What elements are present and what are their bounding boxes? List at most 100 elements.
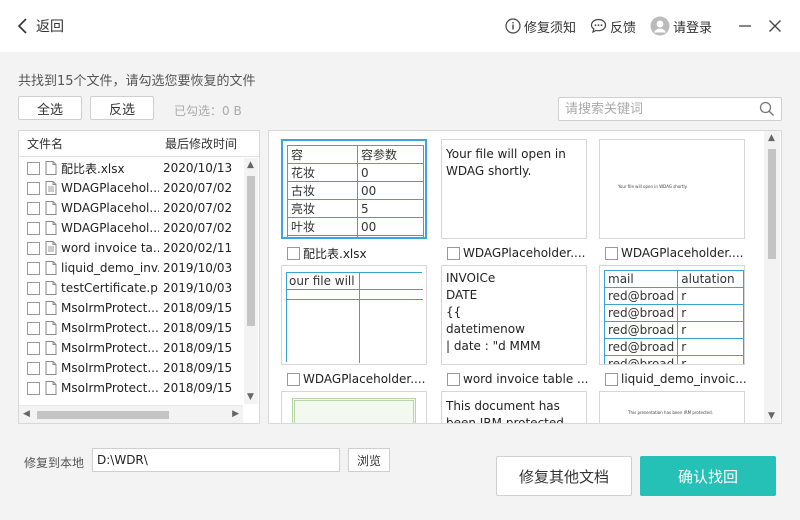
sheet-cell: alutation xyxy=(677,270,744,288)
preview-label[interactable]: 配比表.xlsx xyxy=(287,245,437,261)
preview-card[interactable]: 容容参数花妆0古妆00亮妆5叶妆00罐妆0 xyxy=(281,139,427,239)
preview-card[interactable]: This presentation has been IRM protected… xyxy=(599,391,745,423)
scrollbar-thumb[interactable] xyxy=(768,149,776,259)
file-icon xyxy=(45,281,57,295)
file-icon xyxy=(45,221,57,235)
repair-notice-label: 修复须知 xyxy=(523,20,576,36)
file-row[interactable]: 配比表.xlsx 2020/10/13 xyxy=(19,158,243,178)
checkbox[interactable] xyxy=(27,361,40,375)
scroll-down-arrow[interactable]: ▼ xyxy=(768,411,775,421)
checkbox[interactable] xyxy=(447,372,460,386)
preview-label[interactable]: liquid_demo_invoic... xyxy=(605,371,751,387)
sheet-cell: 古妆 xyxy=(287,181,358,200)
restore-location-label: 修复到本地 xyxy=(24,456,85,470)
file-row[interactable]: word invoice ta... 2020/02/11 xyxy=(19,238,243,258)
file-row[interactable]: MsoIrmProtect... 2018/09/15 xyxy=(19,298,243,318)
file-row[interactable]: WDAGPlacehol... 2020/07/02 xyxy=(19,198,243,218)
preview-text: Your file will open in WDAG shortly. xyxy=(618,184,688,189)
preview-text: This presentation has been IRM protected… xyxy=(628,410,713,415)
checkbox[interactable] xyxy=(447,246,460,260)
sheet-cell: r xyxy=(677,338,744,356)
file-row[interactable]: liquid_demo_inv... 2019/10/03 xyxy=(19,258,243,278)
preview-label[interactable]: WDAGPlaceholder.... xyxy=(447,245,597,261)
preview-card[interactable]: This document has been IRM protected xyxy=(441,391,587,423)
back-button[interactable]: 返回 xyxy=(16,14,64,38)
file-icon xyxy=(45,321,57,335)
preview-card[interactable] xyxy=(281,391,427,423)
preview-card[interactable]: our file will xyxy=(281,265,427,365)
file-row[interactable]: MsoIrmProtect... 2018/09/15 xyxy=(19,338,243,358)
preview-card[interactable]: Your file will open in WDAG shortly. xyxy=(441,139,587,239)
close-button[interactable] xyxy=(764,15,786,37)
result-summary: 共找到15个文件，请勾选您要恢复的文件 xyxy=(18,74,256,89)
scrollbar-thumb[interactable] xyxy=(37,411,169,419)
checkbox[interactable] xyxy=(27,381,40,395)
select-all-button[interactable]: 全选 xyxy=(18,96,82,120)
sheet-cell: 花妆 xyxy=(287,163,358,182)
scroll-down-arrow[interactable]: ▼ xyxy=(247,392,254,402)
file-icon xyxy=(45,261,57,275)
checkbox[interactable] xyxy=(287,372,300,386)
checkbox[interactable] xyxy=(27,261,40,275)
file-name: MsoIrmProtect... xyxy=(61,301,159,315)
file-date: 2020/07/02 xyxy=(163,201,233,215)
checkbox[interactable] xyxy=(27,221,40,235)
certificate-thumbnail xyxy=(292,398,416,423)
confirm-recover-button[interactable]: 确认找回 xyxy=(640,456,776,496)
search-icon[interactable] xyxy=(759,101,775,117)
search-input[interactable] xyxy=(565,98,755,120)
checkbox[interactable] xyxy=(287,246,300,260)
scrollbar-thumb[interactable] xyxy=(247,176,255,326)
scroll-right-arrow[interactable]: ▶ xyxy=(232,409,239,419)
scroll-left-arrow[interactable]: ◀ xyxy=(23,409,30,419)
preview-label[interactable]: WDAGPlaceholder.... xyxy=(605,245,751,261)
checkbox[interactable] xyxy=(605,372,618,386)
file-date: 2018/09/15 xyxy=(163,361,233,375)
sheet-cell: red@broad xyxy=(603,338,679,356)
checkbox[interactable] xyxy=(27,161,40,175)
column-header-name[interactable]: 文件名 xyxy=(19,135,165,152)
file-row[interactable]: MsoIrmProtect... 2018/09/15 xyxy=(19,318,243,338)
minimize-button[interactable] xyxy=(734,15,756,37)
checkbox[interactable] xyxy=(27,341,40,355)
preview-card[interactable]: INVOICe DATE {{ datetimenow | date : "d … xyxy=(441,265,587,365)
checkbox[interactable] xyxy=(27,181,40,195)
file-row[interactable]: testCertificate.p... 2019/10/03 xyxy=(19,278,243,298)
preview-card[interactable]: mail alutation red@broad r red@broad r red@bro… xyxy=(599,265,745,365)
checkbox[interactable] xyxy=(605,246,618,260)
repair-other-documents-button[interactable]: 修复其他文档 xyxy=(496,456,632,496)
restore-path-field[interactable] xyxy=(92,448,340,472)
sheet-cell: 00 xyxy=(357,217,424,236)
sheet-cell: 容 xyxy=(287,145,358,164)
preview-scrollbar[interactable]: ▲ ▼ xyxy=(764,131,780,423)
title-bar: 返回 修复须知 反馈 请登录 xyxy=(0,0,800,52)
sheet-cell: r xyxy=(677,355,744,364)
vertical-scrollbar[interactable]: ▲ ▼ xyxy=(244,158,258,404)
file-row[interactable]: WDAGPlacehol... 2020/07/02 xyxy=(19,178,243,198)
preview-card[interactable]: Your file will open in WDAG shortly. xyxy=(599,139,745,239)
file-icon xyxy=(45,201,57,215)
checkbox[interactable] xyxy=(27,321,40,335)
checkbox[interactable] xyxy=(27,241,40,255)
file-rows: 配比表.xlsx 2020/10/13 WDAGPlacehol... 2020/07… xyxy=(19,158,243,404)
grid-line xyxy=(287,299,423,300)
file-row[interactable]: WDAGPlacehol... 2020/07/02 xyxy=(19,218,243,238)
file-row[interactable]: MsoIrmProtect... 2018/09/15 xyxy=(19,358,243,378)
file-icon xyxy=(45,301,57,315)
checkbox[interactable] xyxy=(27,201,40,215)
checkbox[interactable] xyxy=(27,301,40,315)
login-link[interactable]: 请登录 xyxy=(650,16,712,36)
feedback-link[interactable]: 反馈 xyxy=(590,17,636,36)
horizontal-scrollbar[interactable]: ◀ ▶ xyxy=(19,405,243,423)
column-header-date[interactable]: 最后修改时间 xyxy=(165,135,259,152)
checkbox[interactable] xyxy=(27,281,40,295)
feedback-label: 反馈 xyxy=(609,20,636,36)
invert-selection-button[interactable]: 反选 xyxy=(90,96,154,120)
file-row[interactable]: MsoIrmProtect... 2018/09/15 xyxy=(19,378,243,398)
scroll-up-arrow[interactable]: ▲ xyxy=(247,160,254,170)
preview-label[interactable]: WDAGPlaceholder.... xyxy=(287,371,437,387)
scroll-up-arrow[interactable]: ▲ xyxy=(768,133,775,143)
preview-label[interactable]: word invoice table ... xyxy=(447,371,597,387)
browse-button[interactable]: 浏览 xyxy=(348,448,390,472)
repair-notice-link[interactable]: 修复须知 xyxy=(505,17,576,36)
